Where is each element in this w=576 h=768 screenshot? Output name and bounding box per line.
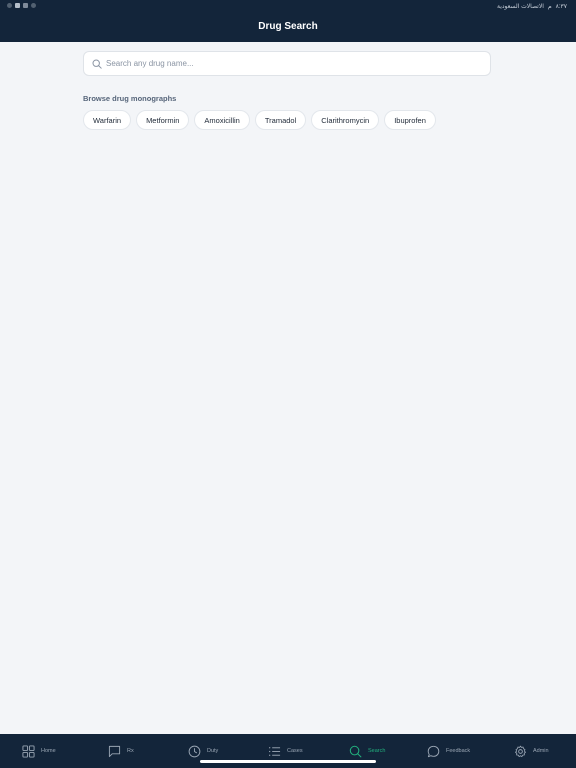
battery-icon	[7, 3, 12, 8]
gear-icon	[515, 745, 526, 757]
tab-label-search: Search	[368, 748, 386, 754]
top-bar: الاتصالات السعودية م ٨:٣٧ Drug Search	[0, 0, 576, 42]
home-indicator[interactable]	[200, 760, 376, 763]
status-right: الاتصالات السعودية م ٨:٣٧	[497, 3, 567, 10]
search-input[interactable]	[106, 55, 476, 72]
search-icon	[349, 745, 362, 757]
page-title: Drug Search	[258, 21, 318, 32]
tab-label-admin: Admin	[533, 748, 549, 754]
carrier-name: الاتصالات السعودية	[497, 4, 544, 10]
drug-chip-tramadol[interactable]: Tramadol	[254, 110, 307, 130]
drug-chip-ibuprofen[interactable]: Ibuprofen	[384, 110, 436, 130]
drug-chip-metformin[interactable]: Metformin	[136, 110, 190, 130]
grid-icon	[22, 744, 35, 758]
drug-chip-amoxicillin[interactable]: Amoxicillin	[194, 110, 250, 130]
time-period: م	[547, 4, 552, 10]
tab-feedback[interactable]: Feedback	[427, 734, 470, 768]
drug-chip-clarithromycin[interactable]: Clarithromycin	[311, 110, 380, 130]
search-box[interactable]	[83, 51, 491, 76]
signal-icon	[23, 3, 28, 8]
tab-label-feedback: Feedback	[446, 748, 471, 754]
status-bar: الاتصالات السعودية م ٨:٣٧	[0, 0, 576, 14]
screen: الاتصالات السعودية م ٨:٣٧ Drug Search Br…	[0, 0, 576, 768]
status-time: ٨:٣٧	[555, 4, 567, 10]
wifi-icon	[15, 3, 20, 8]
tab-label-cases: Cases	[287, 748, 303, 754]
message-square-icon	[108, 745, 121, 757]
chat-bubble-icon	[427, 745, 440, 757]
search-icon	[92, 59, 102, 69]
drug-chip-warfarin[interactable]: Warfarin	[83, 110, 132, 130]
browse-label: Browse drug monographs	[83, 94, 177, 103]
tab-label-duty: Duty	[207, 748, 219, 754]
tab-home[interactable]: Home	[22, 734, 56, 768]
list-icon	[269, 746, 281, 756]
status-icons	[7, 3, 36, 8]
clock-icon	[188, 745, 201, 757]
tab-admin[interactable]: Admin	[514, 734, 549, 768]
tab-label-home: Home	[41, 748, 56, 754]
location-icon	[31, 3, 36, 8]
tab-label-rx: Rx	[127, 748, 134, 754]
drug-chip-list: Warfarin Metformin Amoxicillin Tramadol …	[83, 110, 436, 130]
tab-rx[interactable]: Rx	[108, 734, 134, 768]
